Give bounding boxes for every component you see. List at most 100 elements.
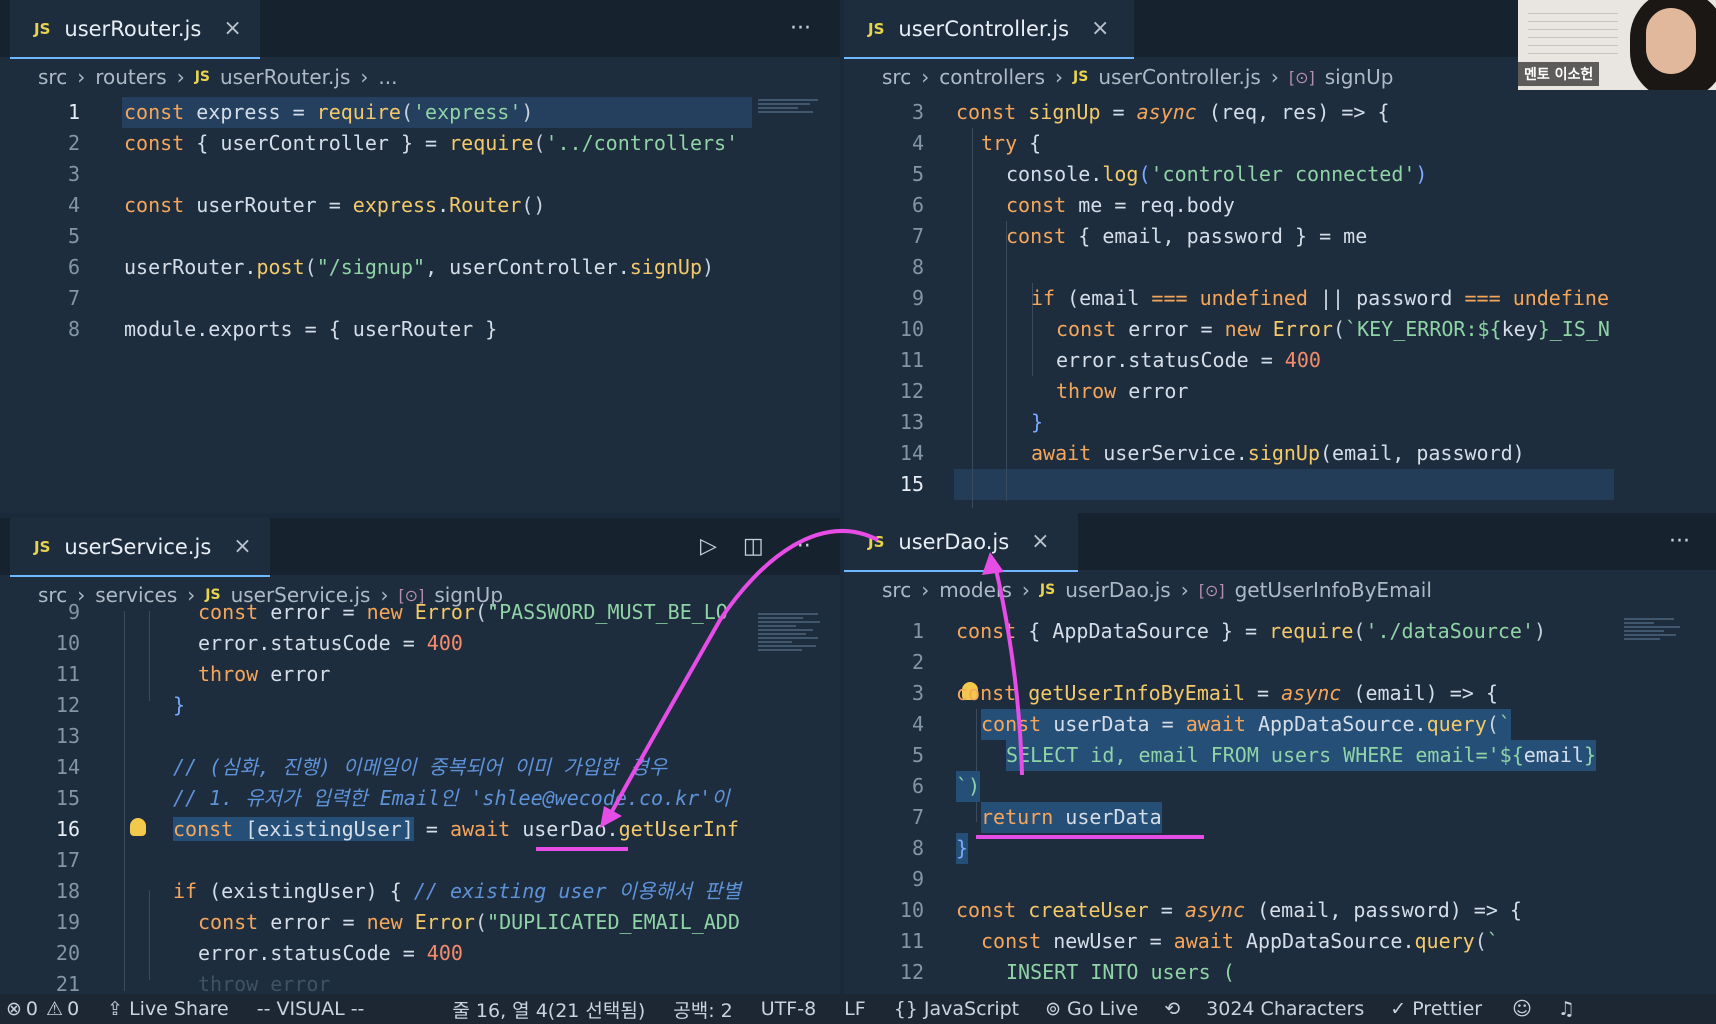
code-line: const error = new Error("PASSWORD_MUST_B… [198,600,728,624]
go-live-button[interactable]: Go Live [1067,998,1138,1020]
code-line: const createUser = async (email, passwor… [956,898,1522,922]
line-number: 21 [55,972,80,994]
line-number: 7 [911,805,924,829]
prettier-button[interactable]: Prettier [1412,998,1482,1020]
line-number: 11 [899,929,924,953]
code-line: const { AppDataSource } = require('./dat… [956,619,1547,643]
code-line: throw error [1056,379,1189,403]
chevron-right-icon: › [360,65,369,89]
live-share-button[interactable]: Live Share [129,998,229,1020]
lightbulb-icon[interactable] [130,818,146,836]
presenter-face [1646,8,1696,74]
breadcrumb-symbol[interactable]: signUp [1325,65,1394,89]
chevron-right-icon: › [1021,578,1030,602]
cursor-position[interactable]: 줄 16, 열 4(21 선택됨) [452,996,645,1023]
minimap[interactable] [758,611,828,653]
chevron-right-icon: › [1180,578,1189,602]
warning-icon[interactable]: ⚠ [46,998,63,1020]
code-line: const error = new Error("DUPLICATED_EMAI… [198,910,740,934]
tab-label: userDao.js [898,529,1010,554]
line-number: 14 [899,441,924,465]
tab-bar: JS userDao.js × ··· [844,513,1716,572]
breadcrumb-folder[interactable]: controllers [939,65,1045,89]
code-line: error.statusCode = 400 [1056,348,1321,372]
breadcrumb-src[interactable]: src [882,65,911,89]
breadcrumb-rest[interactable]: ... [378,65,397,89]
breadcrumb-folder[interactable]: models [939,578,1012,602]
code-area[interactable]: 9 10 11 12 13 14 15 16 17 18 19 20 21 co… [0,600,840,994]
webcam-background-notes [1528,6,1618,56]
line-number: 19 [55,910,80,934]
code-area[interactable]: 1 2 3 4 5 6 7 8 9 10 11 12 const { AppDa… [844,616,1716,994]
end-of-line[interactable]: LF [844,998,866,1020]
run-icon[interactable]: ▷ [700,534,717,559]
indent-guide [149,611,150,701]
indentation[interactable]: 공백: 2 [673,996,733,1023]
tab-label: userRouter.js [64,16,202,41]
live-share-icon[interactable]: ⇪ [107,998,123,1020]
code-area[interactable]: 3 4 5 6 7 8 9 10 11 12 13 14 15 const si… [844,97,1716,513]
breadcrumb-file[interactable]: userRouter.js [220,65,350,89]
chevron-right-icon: › [1055,65,1064,89]
tab-label: userController.js [898,16,1070,41]
code-line: const { userController } = require('../c… [124,131,739,155]
symbol-icon: [⊙] [1288,67,1315,87]
breadcrumb-file[interactable]: userController.js [1098,65,1261,89]
tab-user-dao[interactable]: JS userDao.js × [844,513,1078,572]
code-line: const newUser = await AppDataSource.quer… [981,929,1499,953]
character-count: 3024 Characters [1206,998,1365,1020]
current-line-highlight [954,469,1614,500]
webcam-name-label: 멘토 이소헌 [1518,62,1600,86]
code-comment: // 1. 유저가 입력한 Email인 'shlee@wecode.co.kr… [173,786,730,810]
line-number: 8 [911,836,924,860]
webcam-overlay: 멘토 이소헌 [1518,0,1716,90]
error-count[interactable]: 0 [26,998,38,1020]
split-editor-icon[interactable]: ◫ [743,534,764,559]
tab-label: userService.js [64,534,212,559]
breadcrumb-file[interactable]: userDao.js [1065,578,1171,602]
minimap[interactable] [1624,616,1694,642]
breadcrumb-folder[interactable]: services [95,583,177,607]
encoding[interactable]: UTF-8 [761,998,816,1020]
more-icon[interactable]: ··· [790,0,811,57]
more-icon[interactable]: ··· [1669,513,1690,570]
line-number: 15 [55,786,80,810]
line-number: 11 [55,662,80,686]
line-number: 10 [899,317,924,341]
line-number: 3 [67,162,80,186]
line-number: 2 [911,650,924,674]
close-icon[interactable]: × [233,534,251,559]
breadcrumb-src[interactable]: src [882,578,911,602]
chevron-right-icon: › [921,65,930,89]
close-icon[interactable]: × [1091,16,1109,41]
editor-pane-user-dao: JS userDao.js × ··· src › models › JS us… [844,513,1716,994]
minimap[interactable] [758,97,828,115]
line-number: 3 [911,100,924,124]
line-number: 12 [899,960,924,984]
annotation-underline [536,847,628,851]
code-line: const me = req.body [1006,193,1235,217]
code-area[interactable]: 1 2 3 4 5 6 7 8 const express = require(… [0,97,840,513]
line-number: 9 [911,867,924,891]
tab-user-router[interactable]: JS userRouter.js × [10,0,260,59]
warning-count[interactable]: 0 [67,998,79,1020]
chevron-right-icon: › [921,578,930,602]
indent-guide [972,128,973,508]
breadcrumb-src[interactable]: src [38,65,67,89]
tab-bar: JS userService.js × ▷ ◫ ··· [0,518,840,577]
breadcrumb-symbol[interactable]: getUserInfoByEmail [1235,578,1432,602]
line-number: 1 [911,619,924,643]
bell-icon[interactable]: ♫ [1558,998,1575,1020]
tab-user-service[interactable]: JS userService.js × [10,518,270,577]
sync-icon[interactable]: ⟲ [1164,998,1180,1020]
tab-user-controller[interactable]: JS userController.js × [844,0,1134,59]
breadcrumb-folder[interactable]: routers [95,65,166,89]
line-number: 5 [911,162,924,186]
account-icon[interactable]: ☺ [1512,998,1532,1020]
close-icon[interactable]: × [1031,529,1049,554]
more-icon[interactable]: ··· [790,534,811,559]
error-icon[interactable]: ⊗ [6,998,22,1020]
code-line: const express = require('express') [124,100,534,124]
close-icon[interactable]: × [223,16,241,41]
language-mode[interactable]: JavaScript [924,998,1019,1020]
